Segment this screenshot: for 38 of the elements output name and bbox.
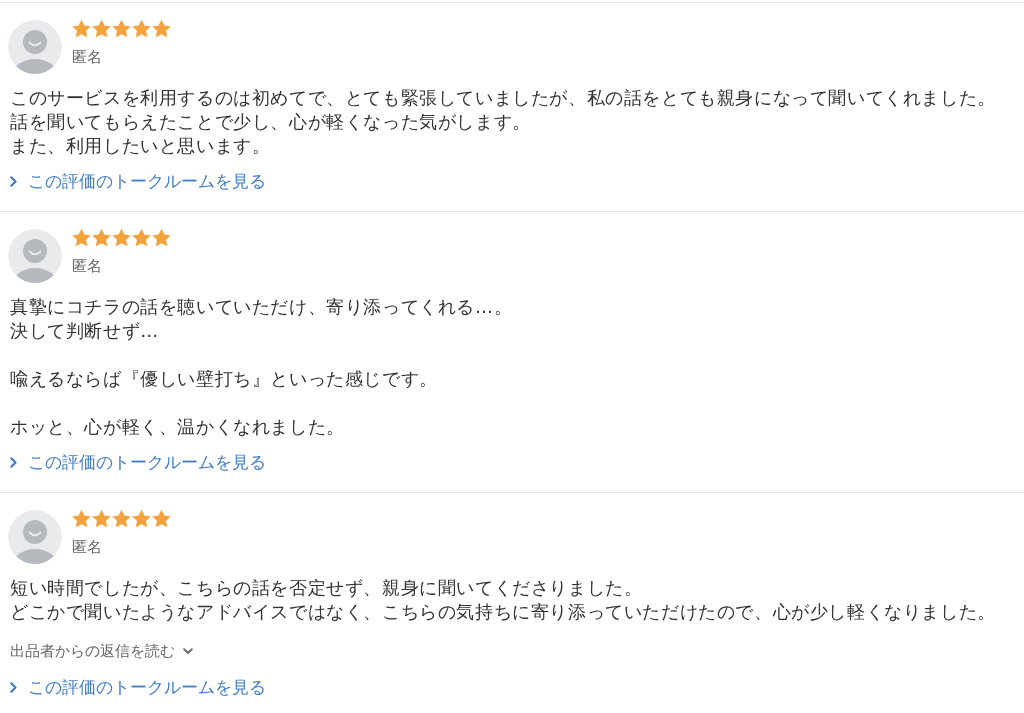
chevron-down-icon bbox=[183, 647, 193, 655]
review-text-line: このサービスを利用するのは初めてで、とても緊張していましたが、私の話をとても親身になって聞いてくれました。 bbox=[10, 86, 996, 110]
avatar-icon bbox=[8, 229, 62, 283]
star-icon bbox=[72, 19, 91, 38]
star-icon bbox=[132, 228, 151, 247]
star-icon bbox=[72, 228, 91, 247]
star-icon bbox=[112, 228, 131, 247]
chevron-right-icon bbox=[10, 456, 17, 468]
review-text-line: 決して判断せず… bbox=[10, 319, 159, 343]
review-text-line: 喩えるならば『優しい壁打ち』といった感じです。 bbox=[10, 367, 438, 391]
avatar-icon bbox=[8, 510, 62, 564]
reviewer-name: 匿名 bbox=[72, 537, 102, 557]
avatar-icon bbox=[8, 20, 62, 74]
review-text-line: どこかで聞いたようなアドバイスではなく、こちらの気持ちに寄り添っていただけたので、心が少し軽くなりました。 bbox=[10, 600, 996, 624]
star-icon bbox=[152, 19, 171, 38]
talkroom-link[interactable]: この評価のトークルームを見る bbox=[10, 169, 266, 193]
review-text-line: 話を聞いてもらえたことで少し、心が軽くなった気がします。 bbox=[10, 110, 531, 134]
review-text-line: 短い時間でしたが、こちらの話を否定せず、親身に聞いてくださりました。 bbox=[10, 576, 643, 600]
read-reply-toggle[interactable]: 出品者からの返信を読む bbox=[10, 640, 193, 662]
star-icon bbox=[92, 19, 111, 38]
review-text-line: 真摯にコチラの話を聴いていただけ、寄り添ってくれる…。 bbox=[10, 295, 513, 319]
talkroom-link[interactable]: この評価のトークルームを見る bbox=[10, 450, 266, 474]
star-icon bbox=[112, 509, 131, 528]
star-icon bbox=[92, 228, 111, 247]
star-icon bbox=[132, 509, 151, 528]
star-icon bbox=[72, 509, 91, 528]
review-text-line: また、利用したいと思います。 bbox=[10, 134, 271, 158]
chevron-right-icon bbox=[10, 681, 17, 693]
star-icon bbox=[152, 509, 171, 528]
reviewer-name: 匿名 bbox=[72, 256, 102, 276]
reviewer-name: 匿名 bbox=[72, 47, 102, 67]
star-icon bbox=[112, 19, 131, 38]
star-icon bbox=[132, 19, 151, 38]
chevron-right-icon bbox=[10, 175, 17, 187]
review-text-line: ホッと、心が軽く、温かくなれました。 bbox=[10, 415, 345, 439]
star-icon bbox=[92, 509, 111, 528]
star-icon bbox=[152, 228, 171, 247]
talkroom-link[interactable]: この評価のトークルームを見る bbox=[10, 675, 266, 699]
